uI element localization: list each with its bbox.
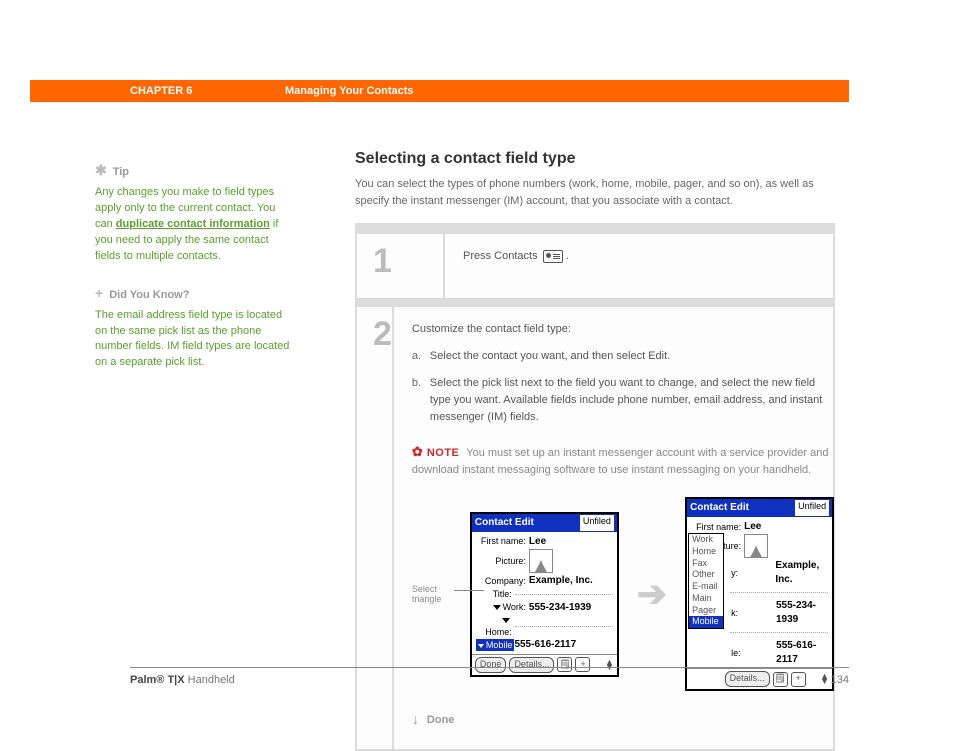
pda2-titlebar: Contact Edit Unfiled <box>687 499 832 517</box>
arrow-right-icon: ➔ <box>637 566 667 622</box>
picklist-item-main[interactable]: Main <box>689 593 723 605</box>
pda1-firstname[interactable]: Lee <box>529 535 546 549</box>
pda1-body: First name:Lee Picture: Company:Example,… <box>472 532 617 654</box>
note-row: ✿ NOTE You must set up an instant messeng… <box>412 442 834 479</box>
picklist-item-email[interactable]: E-mail <box>689 581 723 593</box>
section-heading: Selecting a contact field type <box>355 150 835 168</box>
avatar-icon[interactable] <box>744 534 768 558</box>
step-1-text: Press Contacts <box>463 250 541 262</box>
note-text: You must set up an instant messenger acc… <box>412 447 829 476</box>
annotation-leader-line <box>454 590 484 591</box>
triangle-down-icon <box>493 605 501 610</box>
pda2-company[interactable]: Example, Inc. <box>775 559 828 586</box>
select-triangle-annotation: Select triangle <box>412 584 452 606</box>
pda2-firstname[interactable]: Lee <box>744 520 761 534</box>
dyk-body: The email address field type is located … <box>95 308 295 372</box>
tip-heading-text: Tip <box>113 166 129 178</box>
pda1-firstname-label: First name: <box>476 535 529 547</box>
footer-brand-bold: Palm <box>130 674 156 686</box>
step-2a-label: a. <box>412 348 430 365</box>
annotation-text: Select triangle <box>412 584 442 605</box>
step-1-body: Press Contacts . <box>445 234 833 298</box>
pda1-home-field[interactable] <box>515 626 613 627</box>
pda1-category[interactable]: Unfiled <box>580 515 614 531</box>
picklist-item-mobile-selected[interactable]: Mobile <box>689 616 723 628</box>
tip-heading: ✱ Tip <box>95 160 295 181</box>
triangle-down-icon <box>502 618 510 623</box>
section-intro: You can select the types of phone number… <box>355 176 835 209</box>
picklist-item-work[interactable]: Work <box>689 534 723 546</box>
page-number: 134 <box>831 674 849 686</box>
page-footer: Palm® T|X Handheld 134 <box>130 667 849 686</box>
step-2a: a. Select the contact you want, and then… <box>412 348 834 365</box>
done-label: Done <box>427 712 455 729</box>
pda2-work-value[interactable]: 555-234-1939 <box>776 599 828 626</box>
step-2b: b. Select the pick list next to the fiel… <box>412 375 834 426</box>
screenshots-row: Select triangle Contact Edit Unfiled Fir… <box>412 497 834 691</box>
step-2-lead: Customize the contact field type: <box>412 321 834 338</box>
tip-body: Any changes you make to field types appl… <box>95 185 295 265</box>
chapter-title: Managing Your Contacts <box>285 85 414 97</box>
pda2-mobile-value[interactable]: 555-616-2117 <box>776 639 828 666</box>
done-indicator: ↓ Done <box>412 709 834 731</box>
pda1-titlebar: Contact Edit Unfiled <box>472 514 617 532</box>
plus-icon: + <box>95 285 103 301</box>
didyouknow-block: + Did You Know? The email address field t… <box>95 283 295 372</box>
main-content: Selecting a contact field type You can s… <box>355 150 835 751</box>
pda1-title: Contact Edit <box>475 515 534 531</box>
dyk-heading-text: Did You Know? <box>109 289 189 301</box>
pda1-work-value[interactable]: 555-234-1939 <box>529 601 591 615</box>
picklist-item-pager[interactable]: Pager <box>689 605 723 617</box>
step-1-number: 1 <box>357 234 445 298</box>
contacts-hardware-button-icon <box>543 250 563 263</box>
pda2-home-field[interactable] <box>730 632 828 633</box>
pda1-mobile-value[interactable]: 555-616-2117 <box>514 638 576 652</box>
pda2-title-field[interactable] <box>730 592 828 593</box>
picklist-item-other[interactable]: Other <box>689 569 723 581</box>
avatar-icon[interactable] <box>529 549 553 573</box>
field-type-picklist[interactable]: Work Home Fax Other E-mail Main Pager Mo… <box>688 533 724 629</box>
pda2-category[interactable]: Unfiled <box>795 500 829 516</box>
duplicate-contact-link[interactable]: duplicate contact information <box>116 218 270 230</box>
step-2b-label: b. <box>412 375 430 426</box>
pda2-mobile-partial: le: <box>691 647 776 659</box>
footer-brand-tail: Handheld <box>185 674 235 686</box>
note-icon: ✿ <box>412 442 423 462</box>
pda1-picture-label: Picture: <box>476 555 529 567</box>
page: CHAPTER 6 Managing Your Contacts ✱ Tip An… <box>0 0 954 738</box>
pda1-company[interactable]: Example, Inc. <box>529 574 593 588</box>
pda1-company-label: Company: <box>476 575 529 587</box>
chapter-label: CHAPTER 6 <box>130 85 285 97</box>
picklist-item-home[interactable]: Home <box>689 546 723 558</box>
step-2b-text: Select the pick list next to the field y… <box>430 375 834 426</box>
step-1-row: 1 Press Contacts . <box>357 225 833 298</box>
picklist-item-fax[interactable]: Fax <box>689 558 723 570</box>
sidebar: ✱ Tip Any changes you make to field types… <box>95 160 295 389</box>
dyk-heading: + Did You Know? <box>95 283 295 304</box>
pda1-home-picklist[interactable]: Home: <box>476 614 515 638</box>
step-2a-text: Select the contact you want, and then se… <box>430 348 834 365</box>
footer-brand-mid: ® T|X <box>156 674 184 686</box>
pda-screen-after-wrap: Contact Edit Unfiled First name:Lee Pict… <box>685 497 834 691</box>
asterisk-icon: ✱ <box>95 162 107 178</box>
pda1-title-field[interactable] <box>515 594 613 595</box>
pda2-firstname-label: First name: <box>691 521 744 533</box>
triangle-down-white-icon <box>478 644 484 648</box>
pda1-mobile-picklist-selected[interactable]: Mobile <box>476 639 515 651</box>
done-arrow-icon: ↓ <box>412 709 419 731</box>
pda1-work-picklist[interactable]: Work: <box>476 601 529 613</box>
pda2-title: Contact Edit <box>690 500 749 516</box>
footer-brand: Palm® T|X Handheld <box>130 674 235 686</box>
note-label: NOTE <box>427 447 460 459</box>
chapter-header-bar: CHAPTER 6 Managing Your Contacts <box>30 80 849 102</box>
pda-screen-before: Contact Edit Unfiled First name:Lee Pict… <box>470 512 619 677</box>
tip-block: ✱ Tip Any changes you make to field types… <box>95 160 295 265</box>
